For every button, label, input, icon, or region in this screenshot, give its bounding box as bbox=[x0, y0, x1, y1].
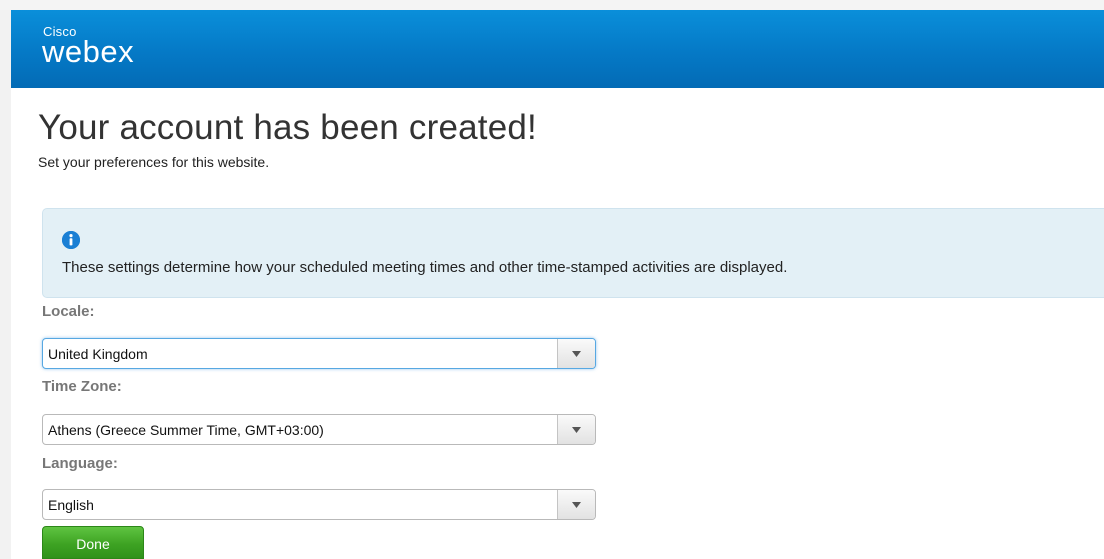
done-button[interactable]: Done bbox=[42, 526, 144, 559]
locale-dropdown-button[interactable] bbox=[557, 339, 595, 368]
timezone-value: Athens (Greece Summer Time, GMT+03:00) bbox=[48, 422, 324, 438]
main-content: Your account has been created! Set your … bbox=[38, 108, 1104, 171]
language-label: Language: bbox=[42, 455, 118, 472]
cisco-webex-logo: Cisco webex bbox=[42, 25, 134, 67]
locale-select[interactable]: United Kingdom bbox=[42, 338, 596, 369]
chevron-down-icon bbox=[572, 501, 581, 508]
chevron-down-icon bbox=[572, 350, 581, 357]
language-dropdown-button[interactable] bbox=[557, 490, 595, 519]
info-icon bbox=[62, 231, 80, 249]
timezone-dropdown-button[interactable] bbox=[557, 415, 595, 444]
language-select[interactable]: English bbox=[42, 489, 596, 520]
locale-value: United Kingdom bbox=[48, 346, 148, 362]
locale-label: Locale: bbox=[42, 303, 95, 320]
info-box: These settings determine how your schedu… bbox=[42, 208, 1104, 298]
timezone-select[interactable]: Athens (Greece Summer Time, GMT+03:00) bbox=[42, 414, 596, 445]
timezone-label: Time Zone: bbox=[42, 378, 122, 395]
header-bar: Cisco webex bbox=[11, 10, 1104, 88]
browser-top-strip bbox=[0, 0, 1104, 10]
page-title: Your account has been created! bbox=[38, 108, 537, 147]
chevron-down-icon bbox=[572, 426, 581, 433]
logo-product: webex bbox=[42, 34, 135, 69]
left-gutter bbox=[0, 10, 11, 559]
info-text: These settings determine how your schedu… bbox=[62, 259, 788, 276]
language-value: English bbox=[48, 497, 94, 513]
page-subtitle: Set your preferences for this website. bbox=[38, 154, 270, 170]
